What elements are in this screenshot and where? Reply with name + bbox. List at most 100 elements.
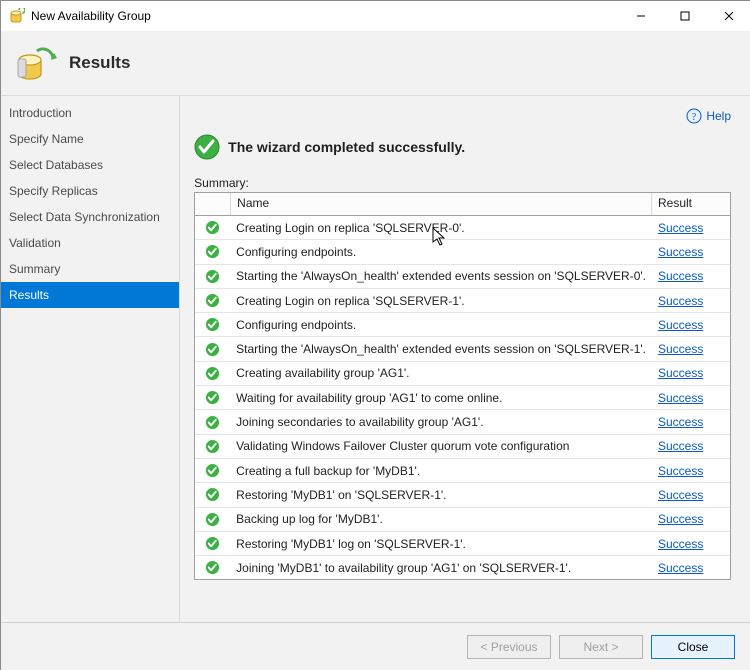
- page-title: Results: [69, 53, 130, 73]
- result-link[interactable]: Success: [658, 245, 703, 259]
- row-result: Success: [652, 221, 730, 235]
- success-icon: [195, 439, 230, 454]
- row-result: Success: [652, 245, 730, 259]
- table-row: Joining 'MyDB1' to availability group 'A…: [195, 556, 730, 579]
- result-link[interactable]: Success: [658, 415, 703, 429]
- sidebar-item-select-databases[interactable]: Select Databases: [1, 152, 179, 178]
- row-name: Waiting for availability group 'AG1' to …: [230, 391, 652, 405]
- success-icon: [195, 220, 230, 235]
- previous-button: < Previous: [467, 635, 551, 659]
- result-link[interactable]: Success: [658, 221, 703, 235]
- row-result: Success: [652, 318, 730, 332]
- headline-text: The wizard completed successfully.: [228, 139, 465, 155]
- row-name: Creating Login on replica 'SQLSERVER-1'.: [230, 294, 652, 308]
- close-button[interactable]: [707, 1, 750, 31]
- result-link[interactable]: Success: [658, 318, 703, 332]
- row-name: Starting the 'AlwaysOn_health' extended …: [230, 342, 652, 356]
- row-name: Configuring endpoints.: [230, 245, 652, 259]
- result-link[interactable]: Success: [658, 269, 703, 283]
- results-grid: Name Result Creating Login on replica 'S…: [194, 192, 731, 580]
- table-row: Configuring endpoints.Success: [195, 313, 730, 337]
- table-row: Restoring 'MyDB1' on 'SQLSERVER-1'. Succe…: [195, 483, 730, 507]
- row-name: Creating a full backup for 'MyDB1'.: [230, 464, 652, 478]
- row-name: Creating availability group 'AG1'.: [230, 366, 652, 380]
- col-name-header[interactable]: Name: [231, 193, 652, 215]
- close-wizard-button[interactable]: Close: [651, 635, 735, 659]
- result-link[interactable]: Success: [658, 537, 703, 551]
- help-link[interactable]: Help: [706, 109, 731, 123]
- table-row: Restoring 'MyDB1' log on 'SQLSERVER-1'. S…: [195, 532, 730, 556]
- result-link[interactable]: Success: [658, 366, 703, 380]
- row-result: Success: [652, 488, 730, 502]
- success-icon: [195, 317, 230, 332]
- row-name: Starting the 'AlwaysOn_health' extended …: [230, 269, 652, 283]
- row-result: Success: [652, 537, 730, 551]
- svg-text:?: ?: [692, 112, 697, 123]
- sidebar-item-specify-replicas[interactable]: Specify Replicas: [1, 178, 179, 204]
- row-result: Success: [652, 294, 730, 308]
- result-link[interactable]: Success: [658, 294, 703, 308]
- success-icon: [195, 269, 230, 284]
- wizard-sidebar: IntroductionSpecify NameSelect Databases…: [1, 96, 180, 622]
- table-row: Creating a full backup for 'MyDB1'. Succe…: [195, 459, 730, 483]
- sidebar-item-results[interactable]: Results: [1, 282, 179, 308]
- maximize-button[interactable]: [663, 1, 707, 31]
- success-icon: [195, 342, 230, 357]
- row-name: Restoring 'MyDB1' on 'SQLSERVER-1'.: [230, 488, 652, 502]
- row-result: Success: [652, 391, 730, 405]
- row-name: Backing up log for 'MyDB1'.: [230, 512, 652, 526]
- success-icon: [195, 512, 230, 527]
- header-band: Results: [1, 31, 750, 96]
- wizard-footer: < Previous Next > Close: [1, 622, 750, 670]
- table-row: Creating availability group 'AG1'. Succes…: [195, 362, 730, 386]
- success-icon: [194, 134, 220, 160]
- table-row: Creating Login on replica 'SQLSERVER-0'.…: [195, 216, 730, 240]
- window-controls: [619, 1, 750, 31]
- result-link[interactable]: Success: [658, 488, 703, 502]
- row-result: Success: [652, 415, 730, 429]
- sidebar-item-specify-name[interactable]: Specify Name: [1, 126, 179, 152]
- sidebar-item-validation[interactable]: Validation: [1, 230, 179, 256]
- minimize-button[interactable]: [619, 1, 663, 31]
- result-link[interactable]: Success: [658, 391, 703, 405]
- row-result: Success: [652, 439, 730, 453]
- result-link[interactable]: Success: [658, 439, 703, 453]
- titlebar: New Availability Group: [1, 1, 750, 31]
- result-link[interactable]: Success: [658, 561, 703, 575]
- wizard-body: IntroductionSpecify NameSelect Databases…: [1, 96, 750, 622]
- success-icon: [195, 487, 230, 502]
- window: New Availability Group Result: [0, 0, 750, 670]
- row-result: Success: [652, 269, 730, 283]
- success-icon: [195, 560, 230, 575]
- row-result: Success: [652, 561, 730, 575]
- database-refresh-icon: [15, 42, 57, 84]
- row-result: Success: [652, 512, 730, 526]
- row-name: Validating Windows Failover Cluster quor…: [230, 439, 652, 453]
- table-row: Configuring endpoints. Success: [195, 240, 730, 264]
- sidebar-item-summary[interactable]: Summary: [1, 256, 179, 282]
- result-link[interactable]: Success: [658, 342, 703, 356]
- table-row: Starting the 'AlwaysOn_health' extended …: [195, 337, 730, 361]
- table-row: Validating Windows Failover Cluster quor…: [195, 435, 730, 459]
- success-icon: [195, 390, 230, 405]
- grid-header: Name Result: [195, 193, 730, 216]
- success-icon: [195, 293, 230, 308]
- result-link[interactable]: Success: [658, 512, 703, 526]
- sidebar-item-select-data-synchronization[interactable]: Select Data Synchronization: [1, 204, 179, 230]
- success-icon: [195, 415, 230, 430]
- success-icon: [195, 536, 230, 551]
- app-icon: [9, 8, 25, 24]
- col-result-header[interactable]: Result: [652, 193, 730, 215]
- col-icon-header[interactable]: [195, 193, 231, 215]
- row-result: Success: [652, 464, 730, 478]
- success-icon: [195, 244, 230, 259]
- row-name: Restoring 'MyDB1' log on 'SQLSERVER-1'.: [230, 537, 652, 551]
- table-row: Starting the 'AlwaysOn_health' extended …: [195, 265, 730, 289]
- row-result: Success: [652, 366, 730, 380]
- help-icon: ?: [686, 108, 702, 124]
- sidebar-item-introduction[interactable]: Introduction: [1, 100, 179, 126]
- result-link[interactable]: Success: [658, 464, 703, 478]
- table-row: Waiting for availability group 'AG1' to …: [195, 386, 730, 410]
- window-title: New Availability Group: [31, 9, 619, 23]
- table-row: Joining secondaries to availability grou…: [195, 410, 730, 434]
